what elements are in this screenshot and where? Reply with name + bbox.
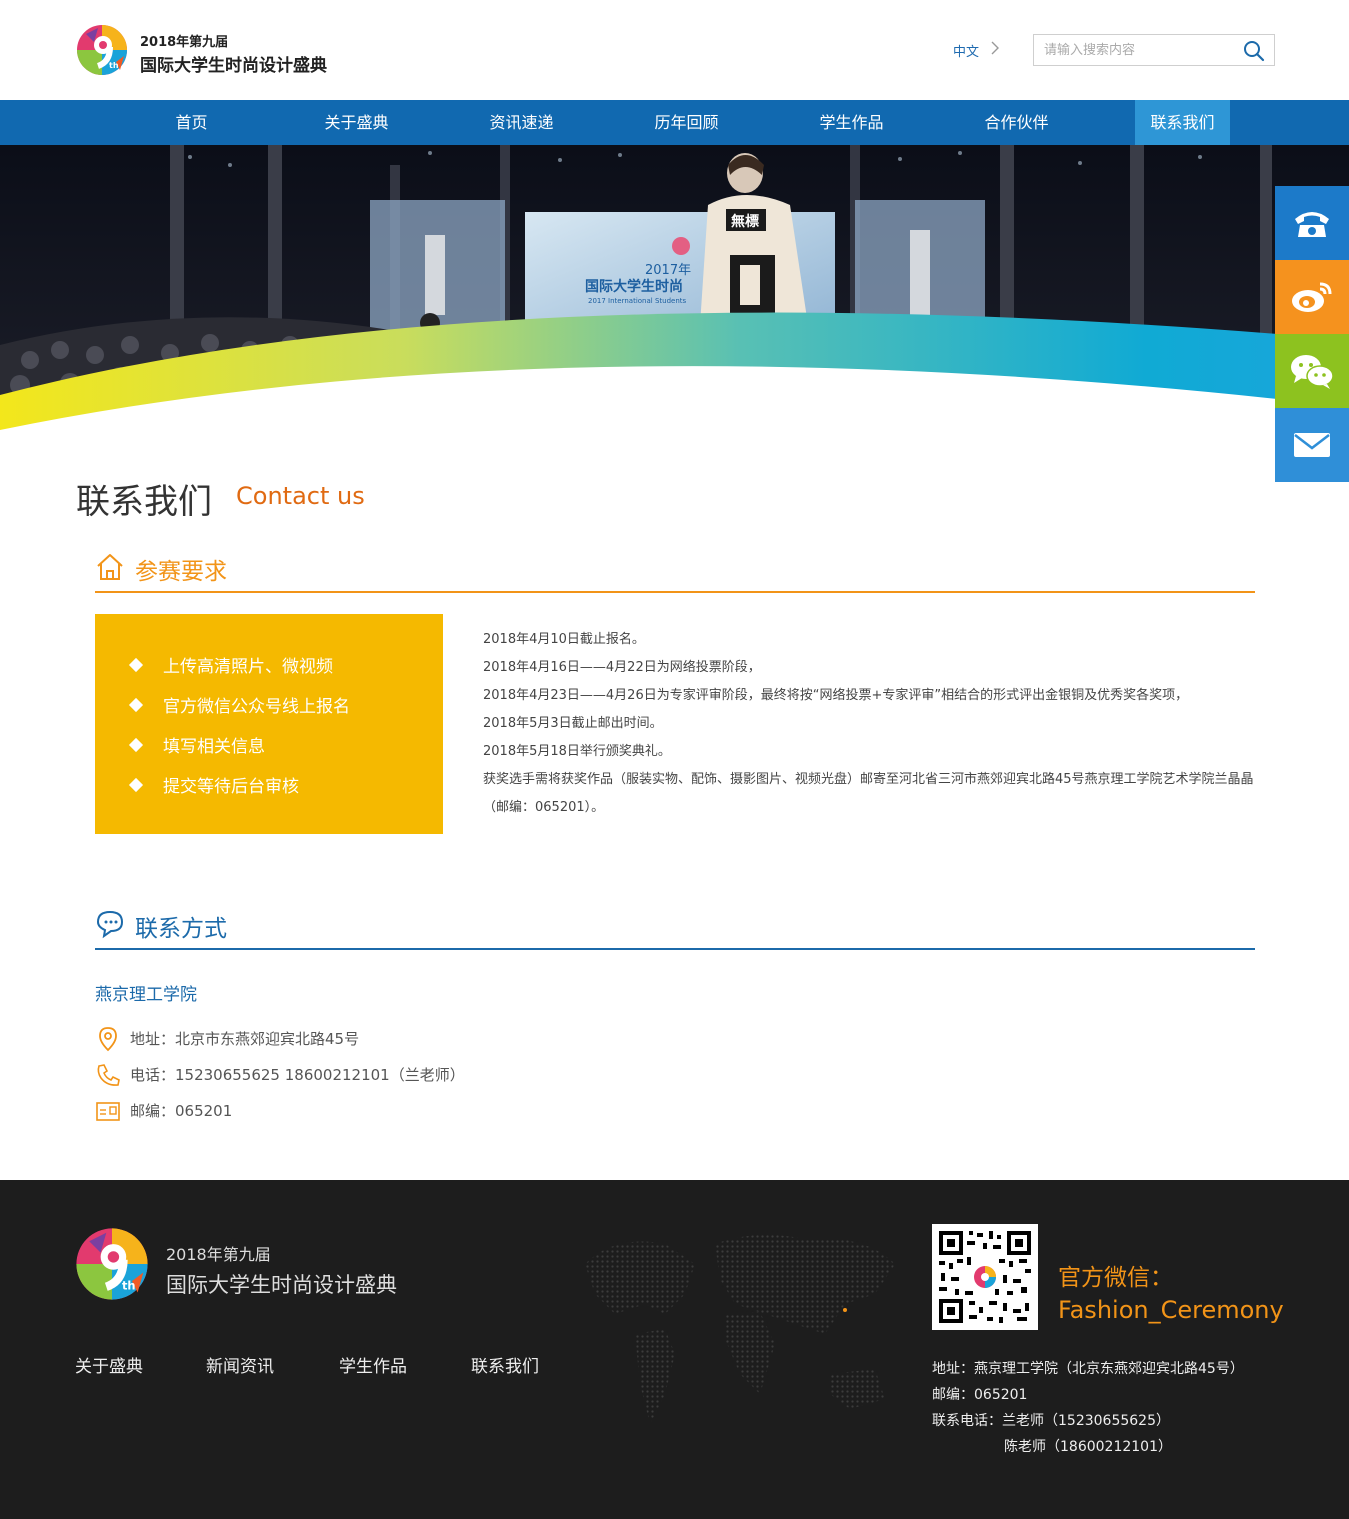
phone-handset-icon (97, 1064, 120, 1086)
side-phone-button[interactable] (1275, 186, 1349, 260)
search-icon[interactable] (1242, 39, 1266, 63)
wechat-qr-code (932, 1224, 1038, 1330)
side-wechat-button[interactable] (1275, 334, 1349, 408)
page-title-english: Contact us (236, 482, 365, 510)
floating-contact-bar (1275, 186, 1349, 482)
step-item: 上传高清照片、微视频 (128, 652, 333, 677)
postcode-text: 邮编：065201 (130, 1102, 233, 1120)
banner-stage-subtitle: 国际大学生时尚 (585, 278, 683, 295)
requirements-text: 2018年4月10日截止报名。 2018年4月16日——4月22日为网络投票阶段… (483, 626, 1263, 822)
banner-stage-small: 2017 International Students (588, 297, 686, 305)
beijing-marker-icon (843, 1308, 847, 1312)
banner-image: 2017年 国际大学生时尚 2017 International Student… (0, 145, 1349, 435)
footer-link-works[interactable]: 学生作品 (339, 1352, 407, 1377)
contact-divider (95, 948, 1255, 950)
nav-item-partners[interactable]: 合作伙伴 (969, 100, 1064, 145)
hero-banner: 2017年 国际大学生时尚 2017 International Student… (0, 145, 1349, 435)
diamond-icon (128, 777, 144, 793)
diamond-icon (128, 697, 144, 713)
school-name: 燕京理工学院 (95, 985, 197, 1005)
postcard-icon (96, 1102, 120, 1121)
phone-icon (1295, 212, 1329, 237)
search-box (1033, 34, 1275, 66)
step-label: 上传高清照片、微视频 (163, 657, 333, 677)
nav-item-history[interactable]: 历年回顾 (639, 100, 734, 145)
footer-logo-title: 国际大学生时尚设计盛典 (166, 1273, 397, 1297)
footer-postcode: 邮编：065201 (932, 1387, 1028, 1403)
wechat-id: Fashion_Ceremony (1058, 1296, 1284, 1324)
nav-item-about[interactable]: 关于盛典 (309, 100, 404, 145)
diamond-icon (128, 657, 144, 673)
side-mail-button[interactable] (1275, 408, 1349, 482)
address-text: 地址：北京市东燕郊迎宾北路45号 (130, 1030, 360, 1048)
footer-link-contact[interactable]: 联系我们 (471, 1352, 539, 1377)
contact-heading-text: 联系方式 (135, 916, 227, 942)
footer-link-news[interactable]: 新闻资讯 (206, 1352, 274, 1377)
contact-heading: 联系方式 (95, 909, 1255, 949)
logo-subtitle: 2018年第九届 (140, 35, 229, 50)
wechat-title: 官方微信： (1058, 1265, 1173, 1291)
weibo-icon (1292, 282, 1332, 312)
requirements-heading: 参赛要求 (95, 552, 1255, 592)
step-item: 提交等待后台审核 (128, 772, 299, 797)
chat-bubble-icon (96, 910, 124, 939)
language-switch[interactable]: 中文 (953, 41, 979, 60)
site-header: th 2018年第九届 国际大学生时尚设计盛典 中文 (0, 0, 1349, 100)
nav-item-contact[interactable]: 联系我们 (1135, 100, 1230, 145)
footer-logo-badge-icon: th (76, 1228, 148, 1300)
wechat-icon (1291, 355, 1334, 389)
requirement-line: 2018年4月23日——4月26日为专家评审阶段，最终将按“网络投票+专家评审”… (483, 688, 1189, 703)
footer-link-about[interactable]: 关于盛典 (75, 1352, 143, 1377)
requirement-line: 2018年4月16日——4月22日为网络投票阶段， (483, 660, 761, 675)
footer-address: 地址：燕京理工学院（北京东燕郊迎宾北路45号） (932, 1361, 1244, 1377)
step-item: 填写相关信息 (128, 732, 265, 757)
requirements-heading-text: 参赛要求 (135, 559, 227, 585)
chevron-right-icon[interactable] (990, 40, 1000, 56)
home-icon (97, 554, 123, 580)
nav-item-home[interactable]: 首页 (144, 100, 239, 145)
requirement-line: 获奖选手需将获奖作品（服装实物、配饰、摄影图片、视频光盘）邮寄至河北省三河市燕郊… (483, 772, 1254, 815)
svg-text:th: th (122, 1279, 136, 1293)
diamond-icon (128, 737, 144, 753)
page-title: 联系我们 (76, 482, 212, 522)
main-nav: 首页 关于盛典 资讯速递 历年回顾 学生作品 合作伙伴 联系我们 (0, 100, 1349, 145)
step-label: 提交等待后台审核 (163, 777, 299, 797)
requirement-line: 2018年5月18日举行颁奖典礼。 (483, 744, 671, 759)
logo-badge-icon: th (77, 25, 127, 75)
svg-text:th: th (109, 61, 119, 70)
step-item: 官方微信公众号线上报名 (128, 692, 350, 717)
footer-phone-2: 陈老师（18600212101） (1004, 1439, 1172, 1455)
requirements-steps-box: 上传高清照片、微视频 官方微信公众号线上报名 填写相关信息 提交等待后台审核 (95, 614, 443, 834)
logo-title: 国际大学生时尚设计盛典 (140, 56, 327, 76)
step-label: 官方微信公众号线上报名 (163, 697, 350, 717)
world-map-dots (585, 1235, 895, 1424)
requirements-divider (95, 591, 1255, 593)
qr-code-icon (937, 1229, 1033, 1325)
footer-logo-subtitle: 2018年第九届 (166, 1245, 271, 1264)
nav-item-works[interactable]: 学生作品 (804, 100, 899, 145)
step-label: 填写相关信息 (163, 737, 265, 757)
footer-phone-1: 联系电话：兰老师（15230655625） (932, 1413, 1170, 1429)
banner-jacket-text: 無標 (731, 213, 759, 230)
mail-icon (1294, 433, 1330, 457)
side-weibo-button[interactable] (1275, 260, 1349, 334)
requirement-line: 2018年4月10日截止报名。 (483, 632, 645, 647)
site-logo[interactable]: th 2018年第九届 国际大学生时尚设计盛典 (76, 22, 336, 80)
nav-item-news[interactable]: 资讯速递 (474, 100, 569, 145)
phone-text: 电话：15230655625 18600212101（兰老师） (130, 1066, 465, 1084)
search-input[interactable] (1034, 35, 1234, 65)
site-footer: th 2018年第九届 国际大学生时尚设计盛典 关于盛典 新闻资讯 学生作品 联… (0, 1180, 1349, 1519)
banner-stage-title: 2017年 (645, 263, 691, 278)
location-pin-icon (99, 1027, 117, 1052)
requirement-line: 2018年5月3日截止邮出时间。 (483, 716, 663, 731)
